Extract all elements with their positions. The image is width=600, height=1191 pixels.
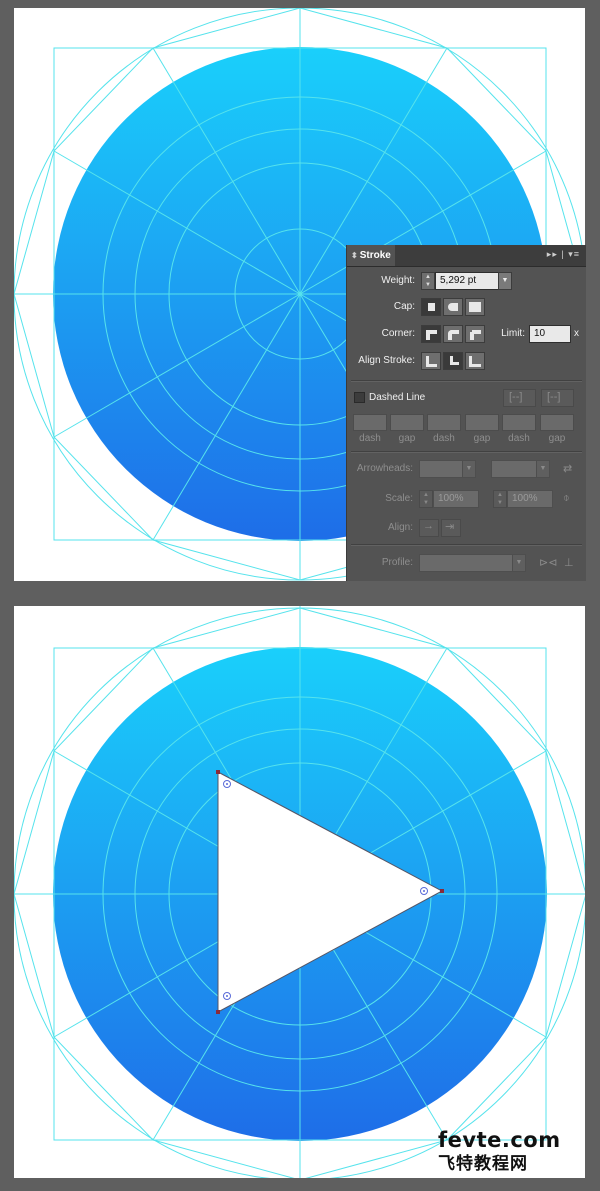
- start-arrowhead-dropdown-button[interactable]: ▼: [462, 460, 476, 478]
- align-stroke-outside-button[interactable]: [465, 352, 485, 370]
- anchor-point[interactable]: [216, 1010, 220, 1014]
- weight-dropdown-button[interactable]: ▼: [498, 272, 512, 290]
- miter-limit-input[interactable]: 10: [529, 325, 571, 343]
- projecting-cap-button[interactable]: [465, 298, 485, 316]
- gap-3-input[interactable]: [540, 414, 574, 431]
- gap-2-label: gap: [473, 433, 491, 444]
- dash-1-input[interactable]: [353, 414, 387, 431]
- anchor-point[interactable]: [216, 770, 220, 774]
- panel-header: ⬍ Stroke ▸▸ | ▾≡: [347, 245, 586, 267]
- preserve-dash-button[interactable]: [‐‐]: [503, 389, 536, 407]
- dash-3-label: dash: [508, 433, 530, 444]
- align-dash-corners-button[interactable]: [‐‐]: [541, 389, 574, 407]
- gap-2-input[interactable]: [465, 414, 499, 431]
- profile-select[interactable]: [419, 554, 513, 572]
- artboard-bottom[interactable]: [14, 606, 585, 1178]
- icon-artwork-bottom: [14, 606, 585, 1178]
- dash-gap-fields: dash gap dash gap dash gap: [347, 414, 586, 448]
- dash-2-input[interactable]: [427, 414, 461, 431]
- arrowheads-label: Arrowheads:: [356, 463, 413, 474]
- align-stroke-inside-button[interactable]: [443, 352, 463, 370]
- dash-1-label: dash: [359, 433, 381, 444]
- tab-stroke[interactable]: ⬍ Stroke: [347, 245, 395, 266]
- round-cap-button[interactable]: [443, 298, 463, 316]
- align-label: Align:: [387, 522, 413, 533]
- tab-collapse-icon[interactable]: ⬍: [351, 251, 358, 260]
- weight-input[interactable]: 5,292 pt: [435, 272, 499, 290]
- link-scale-icon[interactable]: ⌽: [563, 492, 570, 505]
- panel-menu-icon[interactable]: ▾≡: [568, 249, 580, 259]
- dash-3-input[interactable]: [502, 414, 536, 431]
- flip-across-icon[interactable]: ⊥: [564, 556, 574, 569]
- bevel-join-button[interactable]: [465, 325, 485, 343]
- profile-label: Profile:: [381, 557, 413, 568]
- weight-stepper[interactable]: ▲ ▼: [421, 272, 435, 290]
- cap-label: Cap:: [393, 301, 415, 312]
- gap-1-label: gap: [398, 433, 416, 444]
- divider: [351, 380, 582, 382]
- swap-arrowheads-icon[interactable]: ⇄: [563, 462, 572, 475]
- collapse-panel-icon[interactable]: ▸▸: [547, 249, 558, 259]
- stroke-panel: ⬍ Stroke ▸▸ | ▾≡ Weight: ▲ ▼ 5,292 pt ▼ Ca…: [346, 245, 586, 581]
- weight-label: Weight:: [381, 275, 415, 286]
- end-arrowhead-select[interactable]: [491, 460, 537, 478]
- end-scale-stepper[interactable]: ▲ ▼: [493, 490, 507, 508]
- limit-unit: x: [574, 328, 579, 339]
- arrow-tip-beyond-path-button[interactable]: →: [419, 519, 439, 537]
- profile-dropdown-button[interactable]: ▼: [512, 554, 526, 572]
- divider: [351, 451, 582, 453]
- limit-label: Limit:: [501, 328, 525, 339]
- dashed-line-checkbox[interactable]: [354, 392, 365, 403]
- butt-cap-button[interactable]: [421, 298, 441, 316]
- watermark-logo: fevte.com 飞特教程网: [438, 1128, 588, 1174]
- corner-label: Corner:: [381, 328, 415, 339]
- gap-1-input[interactable]: [390, 414, 424, 431]
- end-arrowhead-dropdown-button[interactable]: ▼: [536, 460, 550, 478]
- dashed-line-label: Dashed Line: [369, 392, 426, 403]
- panel-grip-icon: |: [561, 249, 565, 259]
- divider: [351, 544, 582, 546]
- align-stroke-label: Align Stroke:: [358, 355, 415, 366]
- round-join-button[interactable]: [443, 325, 463, 343]
- scale-label: Scale:: [385, 493, 413, 504]
- watermark-subtitle: 飞特教程网: [438, 1154, 528, 1174]
- arrow-tip-at-path-button[interactable]: ⇥: [441, 519, 461, 537]
- start-scale-stepper[interactable]: ▲ ▼: [419, 490, 433, 508]
- start-arrowhead-select[interactable]: [419, 460, 463, 478]
- align-stroke-center-button[interactable]: [421, 352, 441, 370]
- start-scale-input[interactable]: 100%: [433, 490, 479, 508]
- end-scale-input[interactable]: 100%: [507, 490, 553, 508]
- dash-2-label: dash: [433, 433, 455, 444]
- flip-along-icon[interactable]: ⊳⊲: [539, 556, 557, 569]
- miter-join-button[interactable]: [421, 325, 441, 343]
- gap-3-label: gap: [548, 433, 566, 444]
- anchor-point[interactable]: [440, 889, 444, 893]
